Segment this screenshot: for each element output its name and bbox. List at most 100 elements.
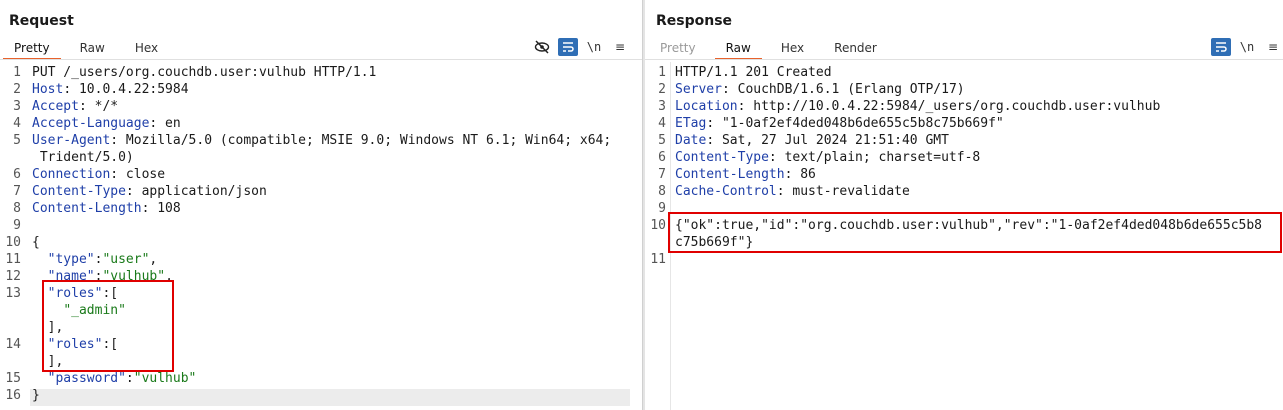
code-text: Trident/5.0) [32, 149, 134, 166]
line-number: 3 [13, 99, 21, 114]
request-tabs: Pretty Raw Hex [3, 38, 177, 60]
line-number: 6 [13, 167, 21, 182]
response-body-highlight-box [668, 212, 1282, 253]
code-text: "type":"user", [32, 251, 158, 268]
line-number: 6 [658, 150, 666, 165]
show-newlines-button[interactable]: \n [1237, 38, 1257, 56]
json-string: "vulhub" [133, 371, 197, 386]
header-key: Accept [32, 99, 79, 114]
code-line: 15 "password":"vulhub" [0, 370, 642, 387]
header-key: Accept-Language [32, 116, 150, 131]
line-number: 3 [658, 99, 666, 114]
code-line: 2 Server: CouchDB/1.6.1 (Erlang OTP/17) [645, 81, 1283, 98]
code-line: 6 Content-Type: text/plain; charset=utf-8 [645, 149, 1283, 166]
code-text: } [32, 387, 40, 404]
code-line: 16} [0, 387, 642, 404]
tab-pretty[interactable]: Pretty [649, 38, 707, 60]
code-text: Content-Length: 108 [32, 200, 181, 217]
code-value: HTTP/1.1 201 Created [675, 65, 832, 80]
menu-icon[interactable]: ≡ [1263, 38, 1283, 56]
header-key: Content-Length [32, 201, 142, 216]
tab-divider [0, 59, 642, 60]
tab-divider [645, 59, 1283, 60]
code-line: Trident/5.0) [0, 149, 642, 166]
header-key: ETag [675, 116, 707, 131]
json-string: "user" [102, 252, 150, 267]
code-value: : Sat, 27 Jul 2024 21:51:40 GMT [706, 133, 949, 148]
line-number: 7 [658, 167, 666, 182]
code-line: 9 [0, 217, 642, 234]
code-text: PUT /_users/org.couchdb.user:vulhub HTTP… [32, 64, 376, 81]
line-number: 4 [13, 116, 21, 131]
request-title: Request [9, 13, 74, 29]
tab-raw[interactable]: Raw [714, 38, 763, 60]
header-key: "password" [32, 371, 126, 386]
line-number: 14 [5, 337, 21, 352]
code-line: 4 Accept-Language: en [0, 115, 642, 132]
code-value: : 86 [784, 167, 816, 182]
code-line: 1 HTTP/1.1 201 Created [645, 64, 1283, 81]
code-value: { [32, 235, 40, 250]
header-key: Location [675, 99, 738, 114]
line-number: 15 [5, 371, 21, 386]
code-text: Content-Length: 86 [675, 166, 816, 183]
header-key: Content-Length [675, 167, 785, 182]
line-number: 4 [658, 116, 666, 131]
line-number: 7 [13, 184, 21, 199]
code-text: Date: Sat, 27 Jul 2024 21:51:40 GMT [675, 132, 949, 149]
code-value: : 108 [141, 201, 181, 216]
code-line: 5 User-Agent: Mozilla/5.0 (compatible; MS… [0, 132, 642, 149]
line-number: 11 [5, 252, 21, 267]
code-line: 3 Location: http://10.0.4.22:5984/_users/… [645, 98, 1283, 115]
tab-pretty[interactable]: Pretty [3, 38, 61, 60]
code-value: : Mozilla/5.0 (compatible; MSIE 9.0; Win… [110, 133, 612, 148]
header-key: Connection [32, 167, 111, 182]
menu-icon[interactable]: ≡ [610, 38, 630, 56]
code-line: 4 ETag: "1-0af2ef4ded048b6de655c5b8c75b66… [645, 115, 1283, 132]
code-text: Server: CouchDB/1.6.1 (Erlang OTP/17) [675, 81, 965, 98]
code-value: : application/json [125, 184, 267, 199]
line-number: 8 [658, 184, 666, 199]
show-newlines-button[interactable]: \n [584, 38, 604, 56]
hide-nonprintable-icon[interactable] [532, 38, 552, 56]
header-key: User-Agent [32, 133, 111, 148]
line-number: 11 [650, 252, 666, 267]
tab-hex[interactable]: Hex [770, 38, 815, 60]
roles-highlight-box [42, 280, 174, 372]
code-value: : [125, 371, 134, 386]
response-tabs: Pretty Raw Hex Render [649, 38, 896, 60]
tab-render[interactable]: Render [823, 38, 888, 60]
header-key: Content-Type [675, 150, 769, 165]
code-line: 8 Cache-Control: must-revalidate [645, 183, 1283, 200]
code-line: 8 Content-Length: 108 [0, 200, 642, 217]
line-number: 9 [13, 218, 21, 233]
line-number: 12 [5, 269, 21, 284]
code-value: : close [110, 167, 166, 182]
tab-raw[interactable]: Raw [69, 38, 116, 60]
line-number: 1 [13, 65, 21, 80]
code-line: 5 Date: Sat, 27 Jul 2024 21:51:40 GMT [645, 132, 1283, 149]
code-line: 11 "type":"user", [0, 251, 642, 268]
line-number: 8 [13, 201, 21, 216]
line-number: 10 [5, 235, 21, 250]
wrap-lines-icon[interactable] [558, 38, 578, 56]
header-key: Server [675, 82, 722, 97]
code-value: : http://10.0.4.22:5984/_users/org.couch… [737, 99, 1161, 114]
code-value: PUT /_users/org.couchdb.user:vulhub HTTP… [32, 65, 377, 80]
code-value: Trident/5.0) [32, 150, 134, 165]
code-text: Cache-Control: must-revalidate [675, 183, 910, 200]
code-line: 7 Content-Type: application/json [0, 183, 642, 200]
code-tail: , [149, 252, 158, 267]
line-number: 10 [650, 218, 666, 233]
wrap-lines-icon[interactable] [1211, 38, 1231, 56]
code-line: 2 Host: 10.0.4.22:5984 [0, 81, 642, 98]
tab-hex[interactable]: Hex [124, 38, 169, 60]
code-value: : en [149, 116, 181, 131]
code-text: Location: http://10.0.4.22:5984/_users/o… [675, 98, 1160, 115]
code-text: Connection: close [32, 166, 165, 183]
code-text: Accept: */* [32, 98, 118, 115]
code-line: 11 [645, 251, 1283, 268]
code-text: ETag: "1-0af2ef4ded048b6de655c5b8c75b669… [675, 115, 1004, 132]
code-line: 7 Content-Length: 86 [645, 166, 1283, 183]
code-text: Accept-Language: en [32, 115, 181, 132]
